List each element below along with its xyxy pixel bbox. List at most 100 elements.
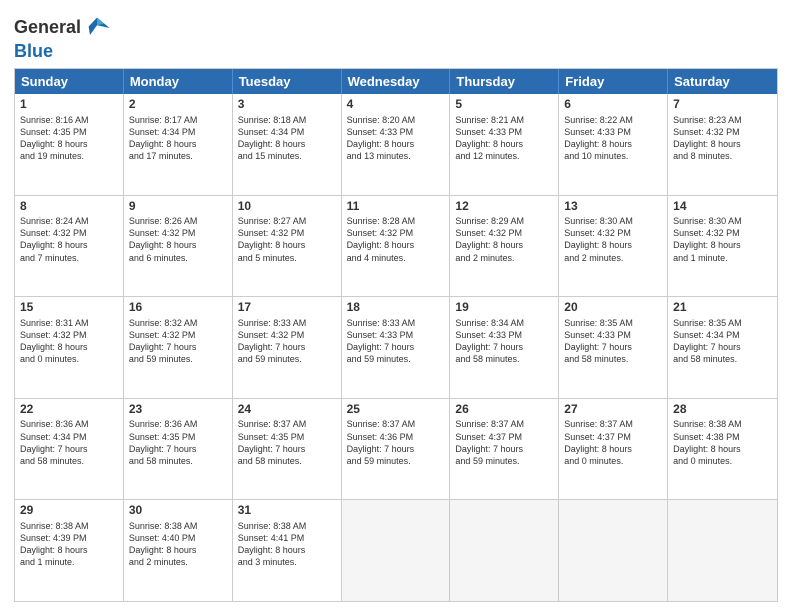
day-number: 18: [347, 300, 445, 316]
day-info: Sunrise: 8:34 AM Sunset: 4:33 PM Dayligh…: [455, 317, 553, 366]
calendar-cell: 19Sunrise: 8:34 AM Sunset: 4:33 PM Dayli…: [450, 297, 559, 398]
day-number: 5: [455, 97, 553, 113]
calendar-cell: 8Sunrise: 8:24 AM Sunset: 4:32 PM Daylig…: [15, 196, 124, 297]
day-number: 24: [238, 402, 336, 418]
day-number: 19: [455, 300, 553, 316]
calendar-cell: 24Sunrise: 8:37 AM Sunset: 4:35 PM Dayli…: [233, 399, 342, 500]
day-info: Sunrise: 8:31 AM Sunset: 4:32 PM Dayligh…: [20, 317, 118, 366]
day-info: Sunrise: 8:20 AM Sunset: 4:33 PM Dayligh…: [347, 114, 445, 163]
calendar-cell: 20Sunrise: 8:35 AM Sunset: 4:33 PM Dayli…: [559, 297, 668, 398]
calendar-cell: 7Sunrise: 8:23 AM Sunset: 4:32 PM Daylig…: [668, 94, 777, 195]
day-number: 7: [673, 97, 772, 113]
day-info: Sunrise: 8:18 AM Sunset: 4:34 PM Dayligh…: [238, 114, 336, 163]
day-header-friday: Friday: [559, 69, 668, 94]
day-info: Sunrise: 8:37 AM Sunset: 4:37 PM Dayligh…: [564, 418, 662, 467]
calendar-cell: 4Sunrise: 8:20 AM Sunset: 4:33 PM Daylig…: [342, 94, 451, 195]
day-info: Sunrise: 8:36 AM Sunset: 4:35 PM Dayligh…: [129, 418, 227, 467]
calendar-cell: 21Sunrise: 8:35 AM Sunset: 4:34 PM Dayli…: [668, 297, 777, 398]
page: General Blue SundayMondayTuesdayWednesda…: [0, 0, 792, 612]
day-number: 16: [129, 300, 227, 316]
day-header-saturday: Saturday: [668, 69, 777, 94]
calendar: SundayMondayTuesdayWednesdayThursdayFrid…: [14, 68, 778, 602]
calendar-cell: 18Sunrise: 8:33 AM Sunset: 4:33 PM Dayli…: [342, 297, 451, 398]
calendar-cell: [559, 500, 668, 601]
calendar-row-1: 1Sunrise: 8:16 AM Sunset: 4:35 PM Daylig…: [15, 94, 777, 195]
calendar-cell: 31Sunrise: 8:38 AM Sunset: 4:41 PM Dayli…: [233, 500, 342, 601]
day-info: Sunrise: 8:38 AM Sunset: 4:39 PM Dayligh…: [20, 520, 118, 569]
calendar-cell: 22Sunrise: 8:36 AM Sunset: 4:34 PM Dayli…: [15, 399, 124, 500]
day-number: 22: [20, 402, 118, 418]
day-number: 13: [564, 199, 662, 215]
day-number: 23: [129, 402, 227, 418]
calendar-body: 1Sunrise: 8:16 AM Sunset: 4:35 PM Daylig…: [15, 94, 777, 601]
calendar-cell: [342, 500, 451, 601]
day-header-sunday: Sunday: [15, 69, 124, 94]
calendar-row-2: 8Sunrise: 8:24 AM Sunset: 4:32 PM Daylig…: [15, 195, 777, 297]
calendar-cell: 1Sunrise: 8:16 AM Sunset: 4:35 PM Daylig…: [15, 94, 124, 195]
calendar-cell: 15Sunrise: 8:31 AM Sunset: 4:32 PM Dayli…: [15, 297, 124, 398]
calendar-cell: 25Sunrise: 8:37 AM Sunset: 4:36 PM Dayli…: [342, 399, 451, 500]
day-info: Sunrise: 8:33 AM Sunset: 4:33 PM Dayligh…: [347, 317, 445, 366]
day-info: Sunrise: 8:35 AM Sunset: 4:33 PM Dayligh…: [564, 317, 662, 366]
calendar-cell: 26Sunrise: 8:37 AM Sunset: 4:37 PM Dayli…: [450, 399, 559, 500]
day-number: 29: [20, 503, 118, 519]
day-number: 28: [673, 402, 772, 418]
calendar-row-3: 15Sunrise: 8:31 AM Sunset: 4:32 PM Dayli…: [15, 296, 777, 398]
day-info: Sunrise: 8:38 AM Sunset: 4:40 PM Dayligh…: [129, 520, 227, 569]
day-info: Sunrise: 8:28 AM Sunset: 4:32 PM Dayligh…: [347, 215, 445, 264]
day-header-tuesday: Tuesday: [233, 69, 342, 94]
day-info: Sunrise: 8:36 AM Sunset: 4:34 PM Dayligh…: [20, 418, 118, 467]
day-info: Sunrise: 8:32 AM Sunset: 4:32 PM Dayligh…: [129, 317, 227, 366]
day-number: 8: [20, 199, 118, 215]
day-number: 31: [238, 503, 336, 519]
logo-text-blue: Blue: [14, 41, 53, 61]
day-info: Sunrise: 8:21 AM Sunset: 4:33 PM Dayligh…: [455, 114, 553, 163]
day-number: 21: [673, 300, 772, 316]
logo-bird-icon: [83, 14, 111, 42]
day-number: 15: [20, 300, 118, 316]
day-number: 12: [455, 199, 553, 215]
day-number: 30: [129, 503, 227, 519]
day-info: Sunrise: 8:29 AM Sunset: 4:32 PM Dayligh…: [455, 215, 553, 264]
day-number: 27: [564, 402, 662, 418]
calendar-cell: 17Sunrise: 8:33 AM Sunset: 4:32 PM Dayli…: [233, 297, 342, 398]
day-number: 10: [238, 199, 336, 215]
logo-text-general: General: [14, 18, 81, 38]
day-number: 1: [20, 97, 118, 113]
calendar-row-5: 29Sunrise: 8:38 AM Sunset: 4:39 PM Dayli…: [15, 499, 777, 601]
calendar-cell: 9Sunrise: 8:26 AM Sunset: 4:32 PM Daylig…: [124, 196, 233, 297]
calendar-cell: 12Sunrise: 8:29 AM Sunset: 4:32 PM Dayli…: [450, 196, 559, 297]
calendar-cell: 16Sunrise: 8:32 AM Sunset: 4:32 PM Dayli…: [124, 297, 233, 398]
day-number: 25: [347, 402, 445, 418]
day-number: 6: [564, 97, 662, 113]
calendar-header: SundayMondayTuesdayWednesdayThursdayFrid…: [15, 69, 777, 94]
calendar-cell: 23Sunrise: 8:36 AM Sunset: 4:35 PM Dayli…: [124, 399, 233, 500]
day-number: 3: [238, 97, 336, 113]
day-info: Sunrise: 8:26 AM Sunset: 4:32 PM Dayligh…: [129, 215, 227, 264]
day-info: Sunrise: 8:30 AM Sunset: 4:32 PM Dayligh…: [673, 215, 772, 264]
day-info: Sunrise: 8:22 AM Sunset: 4:33 PM Dayligh…: [564, 114, 662, 163]
day-number: 2: [129, 97, 227, 113]
calendar-cell: 14Sunrise: 8:30 AM Sunset: 4:32 PM Dayli…: [668, 196, 777, 297]
calendar-cell: 27Sunrise: 8:37 AM Sunset: 4:37 PM Dayli…: [559, 399, 668, 500]
day-number: 20: [564, 300, 662, 316]
logo: General Blue: [14, 14, 111, 62]
day-number: 17: [238, 300, 336, 316]
day-info: Sunrise: 8:35 AM Sunset: 4:34 PM Dayligh…: [673, 317, 772, 366]
calendar-cell: 3Sunrise: 8:18 AM Sunset: 4:34 PM Daylig…: [233, 94, 342, 195]
day-number: 4: [347, 97, 445, 113]
day-info: Sunrise: 8:17 AM Sunset: 4:34 PM Dayligh…: [129, 114, 227, 163]
calendar-cell: 29Sunrise: 8:38 AM Sunset: 4:39 PM Dayli…: [15, 500, 124, 601]
calendar-cell: 5Sunrise: 8:21 AM Sunset: 4:33 PM Daylig…: [450, 94, 559, 195]
day-info: Sunrise: 8:23 AM Sunset: 4:32 PM Dayligh…: [673, 114, 772, 163]
day-number: 26: [455, 402, 553, 418]
calendar-cell: [450, 500, 559, 601]
calendar-cell: 2Sunrise: 8:17 AM Sunset: 4:34 PM Daylig…: [124, 94, 233, 195]
day-info: Sunrise: 8:27 AM Sunset: 4:32 PM Dayligh…: [238, 215, 336, 264]
calendar-cell: 30Sunrise: 8:38 AM Sunset: 4:40 PM Dayli…: [124, 500, 233, 601]
day-number: 9: [129, 199, 227, 215]
calendar-cell: 11Sunrise: 8:28 AM Sunset: 4:32 PM Dayli…: [342, 196, 451, 297]
day-info: Sunrise: 8:30 AM Sunset: 4:32 PM Dayligh…: [564, 215, 662, 264]
day-info: Sunrise: 8:38 AM Sunset: 4:41 PM Dayligh…: [238, 520, 336, 569]
day-header-monday: Monday: [124, 69, 233, 94]
